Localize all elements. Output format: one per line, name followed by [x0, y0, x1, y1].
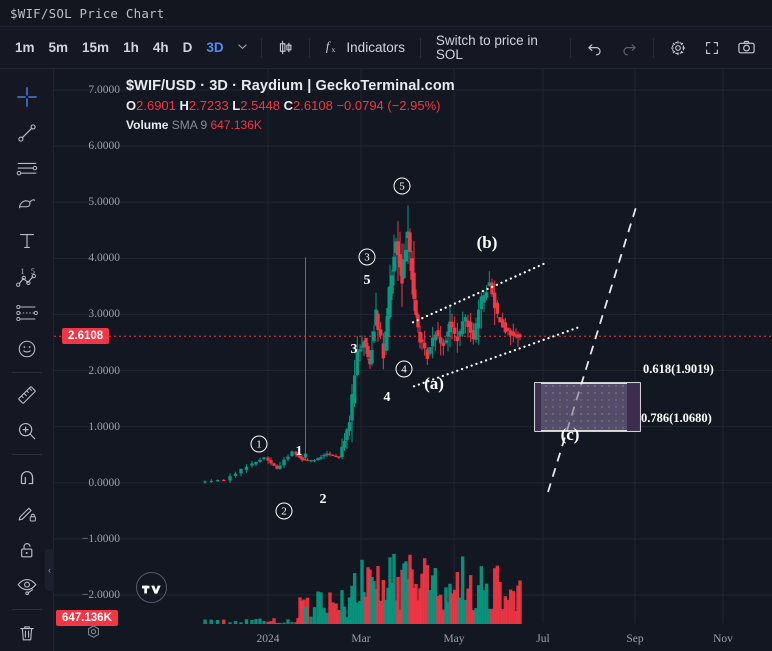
camera-icon[interactable]	[729, 33, 764, 62]
text-tool[interactable]	[7, 223, 47, 259]
timeframe-5m[interactable]: 5m	[42, 36, 76, 60]
window-title-bar: $WIF/SOL Price Chart	[0, 0, 772, 27]
price-tick-label: −1.0000	[81, 532, 120, 545]
rail-collapse-handle[interactable]: ‹	[45, 549, 54, 591]
toolbar-divider-4	[570, 37, 572, 58]
chart-canvas[interactable]	[54, 69, 772, 651]
emoji-tool[interactable]	[7, 331, 47, 367]
switch-price-unit-button[interactable]: Switch to price in SOL	[428, 29, 563, 66]
wave-label-circled: 2	[275, 502, 293, 520]
measure-tool[interactable]	[7, 378, 47, 414]
time-tick-label: Mar	[351, 633, 371, 645]
timeframe-1h[interactable]: 1h	[116, 36, 146, 60]
price-tick-label: 5.0000	[88, 196, 120, 209]
wave-label-circled: 1	[250, 435, 268, 453]
price-chart-panel[interactable]: $WIF/USD · 3D · Raydium | GeckoTerminal.…	[54, 69, 772, 651]
indicators-label: Indicators	[346, 39, 405, 55]
time-tick-label: Nov	[713, 633, 733, 645]
lock-drawings-tool[interactable]	[7, 532, 47, 568]
window-title: $WIF/SOL Price Chart	[10, 5, 165, 21]
price-tick-label: 1.0000	[88, 420, 120, 433]
chart-toolbar: 1m 5m 15m 1h 4h D 3D f x Indicators Swit…	[0, 27, 772, 69]
toolbar-divider-1	[260, 37, 262, 58]
rail-divider-3	[11, 609, 42, 611]
svg-text:f: f	[326, 39, 331, 53]
svg-text:1: 1	[20, 267, 24, 276]
time-tick-label: 2024	[256, 633, 280, 645]
fib-level-0786: 0.786(1.0680)	[641, 411, 712, 425]
time-tick-label: Jul	[536, 633, 550, 645]
price-tick-label: 6.0000	[88, 140, 120, 153]
timeframe-3d[interactable]: 3D	[199, 36, 230, 60]
price-tick-label: 4.0000	[88, 252, 120, 265]
axis-settings-icon[interactable]	[84, 624, 103, 643]
brush-tool[interactable]	[7, 187, 47, 223]
remove-drawings-tool[interactable]	[7, 615, 47, 651]
indicators-button[interactable]: f x Indicators	[316, 33, 413, 63]
price-axis[interactable]: 7.0000 6.0000 5.0000 4.0000 3.0000 2.0000 1.00…	[54, 69, 120, 651]
wave-label-circled: 5	[393, 177, 411, 195]
wave-label-circled: 4	[395, 360, 413, 378]
price-tick-label: 3.0000	[88, 308, 120, 321]
price-tick-label: 7.0000	[88, 84, 120, 96]
wave-label-circled: 3	[358, 248, 376, 266]
toolbar-divider-3	[419, 37, 421, 58]
time-tick-label: May	[443, 633, 465, 645]
price-tick-label: 2.0000	[88, 364, 120, 377]
undo-arrow-icon[interactable]	[578, 34, 612, 62]
svg-text:x: x	[332, 45, 336, 54]
price-tick-label: −2.0000	[81, 589, 120, 601]
timeframe-15m[interactable]: 15m	[75, 36, 116, 60]
fib-level-0618: 0.618(1.9019)	[643, 362, 714, 376]
timeframe-1m[interactable]: 1m	[8, 36, 42, 60]
toolbar-divider-2	[308, 37, 310, 58]
chevron-down-icon[interactable]	[231, 37, 254, 59]
gear-icon[interactable]	[661, 34, 695, 62]
crosshair-tool[interactable]	[7, 79, 47, 115]
rail-divider-1	[11, 371, 42, 373]
trend-line-tool[interactable]	[7, 115, 47, 151]
current-price-badge[interactable]: 2.6108	[62, 328, 110, 345]
time-tick-label: Sep	[626, 633, 644, 645]
tradingview-logo	[136, 572, 167, 603]
zoom-in-tool[interactable]	[7, 413, 47, 449]
fullscreen-icon[interactable]	[695, 34, 729, 62]
elliott-wave-tool[interactable]: 1 5	[7, 259, 47, 295]
redo-arrow-icon[interactable]	[612, 34, 646, 62]
fx-icon: f x	[324, 38, 341, 58]
chart-type-candlestick-icon[interactable]	[269, 34, 302, 61]
timeframe-d[interactable]: D	[176, 36, 200, 60]
patterns-tool[interactable]	[7, 295, 47, 331]
hide-drawings-tool[interactable]	[7, 568, 47, 604]
price-tick-label: 0.0000	[88, 476, 120, 489]
toolbar-divider-5	[653, 37, 655, 58]
drawing-tools-rail: 1 5 ‹	[0, 69, 54, 651]
timeframe-4h[interactable]: 4h	[146, 36, 176, 60]
horizontal-lines-tool[interactable]	[7, 151, 47, 187]
drawing-mode-tool[interactable]	[7, 496, 47, 532]
magnet-tool[interactable]	[7, 460, 47, 496]
rail-divider-2	[11, 454, 42, 456]
